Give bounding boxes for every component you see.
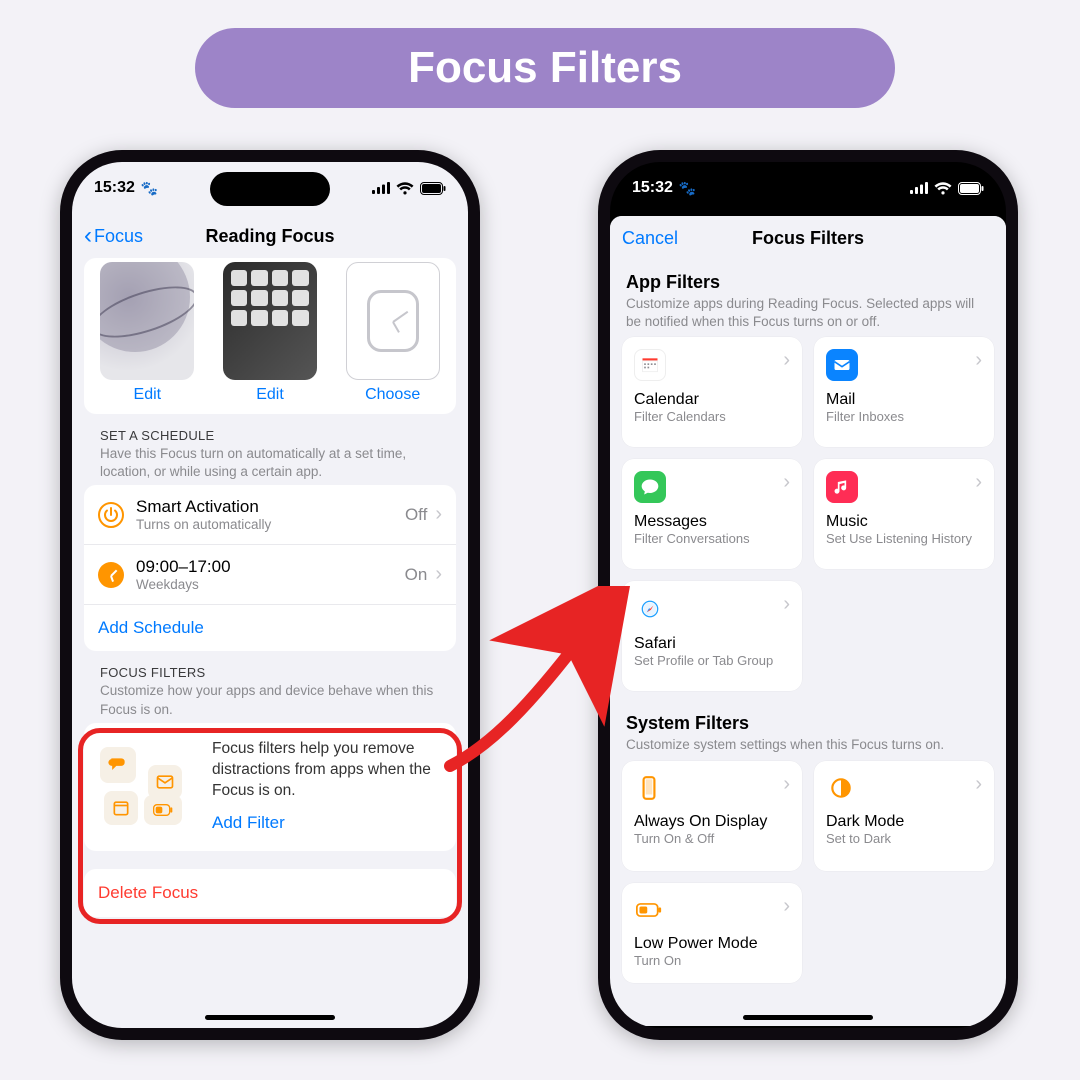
dynamic-island bbox=[210, 172, 330, 206]
customize-screens-row: Edit Edit Choose bbox=[84, 262, 456, 414]
add-filter-button[interactable]: Add Filter bbox=[212, 812, 440, 835]
tile-title: Messages bbox=[634, 513, 790, 531]
smart-activation-sub: Turns on automatically bbox=[136, 517, 393, 532]
time-value: On bbox=[405, 565, 428, 585]
calendar-icon bbox=[634, 349, 666, 381]
phone-left: 15:32 🐾 ‹ Focus Reading Focus bbox=[60, 150, 480, 1040]
tile-title: Low Power Mode bbox=[634, 935, 790, 953]
home-indicator bbox=[205, 1015, 335, 1020]
chevron-right-icon: › bbox=[975, 349, 982, 372]
schedule-subtext: Have this Focus turn on automatically at… bbox=[100, 445, 440, 481]
delete-focus-button[interactable]: Delete Focus bbox=[84, 869, 456, 917]
nav-title: Reading Focus bbox=[72, 226, 468, 247]
music-icon bbox=[826, 471, 858, 503]
smart-activation-title: Smart Activation bbox=[136, 497, 393, 517]
tile-sub: Set Use Listening History bbox=[826, 531, 982, 547]
tile-safari[interactable]: › SafariSet Profile or Tab Group bbox=[622, 581, 802, 691]
focus-filters-subtext: Customize how your apps and device behav… bbox=[100, 682, 440, 718]
chevron-right-icon: › bbox=[975, 773, 982, 796]
battery-icon bbox=[958, 182, 984, 195]
tile-title: Music bbox=[826, 513, 982, 531]
time-sub: Weekdays bbox=[136, 577, 393, 592]
cellular-icon bbox=[372, 182, 390, 194]
darkmode-icon bbox=[826, 773, 856, 803]
chevron-right-icon: › bbox=[783, 349, 790, 372]
screen-left: 15:32 🐾 ‹ Focus Reading Focus bbox=[72, 162, 468, 1028]
system-filters-header: System Filters bbox=[626, 713, 990, 734]
wifi-icon bbox=[396, 182, 414, 195]
lockscreen-thumb[interactable] bbox=[100, 262, 194, 380]
tile-title: Dark Mode bbox=[826, 813, 982, 831]
tile-always-on-display[interactable]: › Always On DisplayTurn On & Off bbox=[622, 761, 802, 871]
page-banner: Focus Filters bbox=[195, 28, 895, 108]
focus-filters-desc: Focus filters help you remove distractio… bbox=[212, 740, 431, 799]
tile-sub: Turn On & Off bbox=[634, 831, 790, 847]
schedule-header: SET A SCHEDULE bbox=[100, 428, 440, 443]
phone-icon bbox=[634, 773, 664, 803]
tile-title: Always On Display bbox=[634, 813, 790, 831]
chevron-right-icon: › bbox=[435, 563, 442, 586]
focus-filters-header: FOCUS FILTERS bbox=[100, 665, 440, 680]
homescreen-thumb[interactable] bbox=[223, 262, 317, 380]
tile-sub: Filter Conversations bbox=[634, 531, 790, 547]
tile-mail[interactable]: › MailFilter Inboxes bbox=[814, 337, 994, 447]
tile-sub: Filter Calendars bbox=[634, 409, 790, 425]
chevron-right-icon: › bbox=[783, 593, 790, 616]
screen-right: 15:32 🐾 Cancel Focus Filters App Filters… bbox=[610, 162, 1006, 1028]
mail-icon bbox=[826, 349, 858, 381]
paw-icon: 🐾 bbox=[679, 180, 696, 197]
wifi-icon bbox=[934, 182, 952, 195]
sheet-title: Focus Filters bbox=[610, 228, 1006, 249]
battery-icon bbox=[634, 895, 664, 925]
tile-dark-mode[interactable]: › Dark ModeSet to Dark bbox=[814, 761, 994, 871]
tile-low-power-mode[interactable]: › Low Power ModeTurn On bbox=[622, 883, 802, 983]
tile-calendar[interactable]: › CalendarFilter Calendars bbox=[622, 337, 802, 447]
chevron-right-icon: › bbox=[783, 895, 790, 918]
battery-icon bbox=[420, 182, 446, 195]
tile-sub: Filter Inboxes bbox=[826, 409, 982, 425]
focus-filters-iconcluster bbox=[100, 747, 196, 827]
smart-activation-row[interactable]: Smart Activation Turns on automatically … bbox=[84, 485, 456, 544]
chevron-right-icon: › bbox=[975, 471, 982, 494]
chevron-right-icon: › bbox=[783, 773, 790, 796]
navbar-left: ‹ Focus Reading Focus bbox=[72, 214, 468, 258]
choose-watch-button[interactable]: Choose bbox=[365, 386, 420, 404]
tile-title: Calendar bbox=[634, 391, 790, 409]
status-time: 15:32 bbox=[632, 179, 673, 197]
chevron-right-icon: › bbox=[435, 503, 442, 526]
dynamic-island bbox=[748, 172, 868, 206]
app-filters-subtext: Customize apps during Reading Focus. Sel… bbox=[626, 295, 990, 331]
cellular-icon bbox=[910, 182, 928, 194]
tile-music[interactable]: › MusicSet Use Listening History bbox=[814, 459, 994, 569]
edit-homescreen-button[interactable]: Edit bbox=[256, 386, 284, 404]
edit-lockscreen-button[interactable]: Edit bbox=[134, 386, 162, 404]
paw-icon: 🐾 bbox=[141, 180, 158, 197]
phone-right: 15:32 🐾 Cancel Focus Filters App Filters… bbox=[598, 150, 1018, 1040]
smart-activation-value: Off bbox=[405, 505, 427, 525]
tile-title: Safari bbox=[634, 635, 790, 653]
time-schedule-row[interactable]: 09:00–17:00 Weekdays On › bbox=[84, 544, 456, 604]
status-time: 15:32 bbox=[94, 179, 135, 197]
power-icon bbox=[98, 502, 124, 528]
clock-icon bbox=[98, 562, 124, 588]
add-schedule-button[interactable]: Add Schedule bbox=[84, 604, 456, 651]
tile-sub: Turn On bbox=[634, 953, 790, 969]
watchface-thumb[interactable] bbox=[346, 262, 440, 380]
navbar-right: Cancel Focus Filters bbox=[610, 216, 1006, 260]
tile-title: Mail bbox=[826, 391, 982, 409]
messages-icon bbox=[634, 471, 666, 503]
tile-messages[interactable]: › MessagesFilter Conversations bbox=[622, 459, 802, 569]
home-indicator bbox=[743, 1015, 873, 1020]
focus-filters-card: Focus filters help you remove distractio… bbox=[84, 723, 456, 851]
tile-sub: Set Profile or Tab Group bbox=[634, 653, 790, 669]
app-filters-header: App Filters bbox=[626, 272, 990, 293]
safari-icon bbox=[634, 593, 666, 625]
system-filters-subtext: Customize system settings when this Focu… bbox=[626, 736, 990, 754]
time-title: 09:00–17:00 bbox=[136, 557, 393, 577]
chevron-right-icon: › bbox=[783, 471, 790, 494]
tile-sub: Set to Dark bbox=[826, 831, 982, 847]
